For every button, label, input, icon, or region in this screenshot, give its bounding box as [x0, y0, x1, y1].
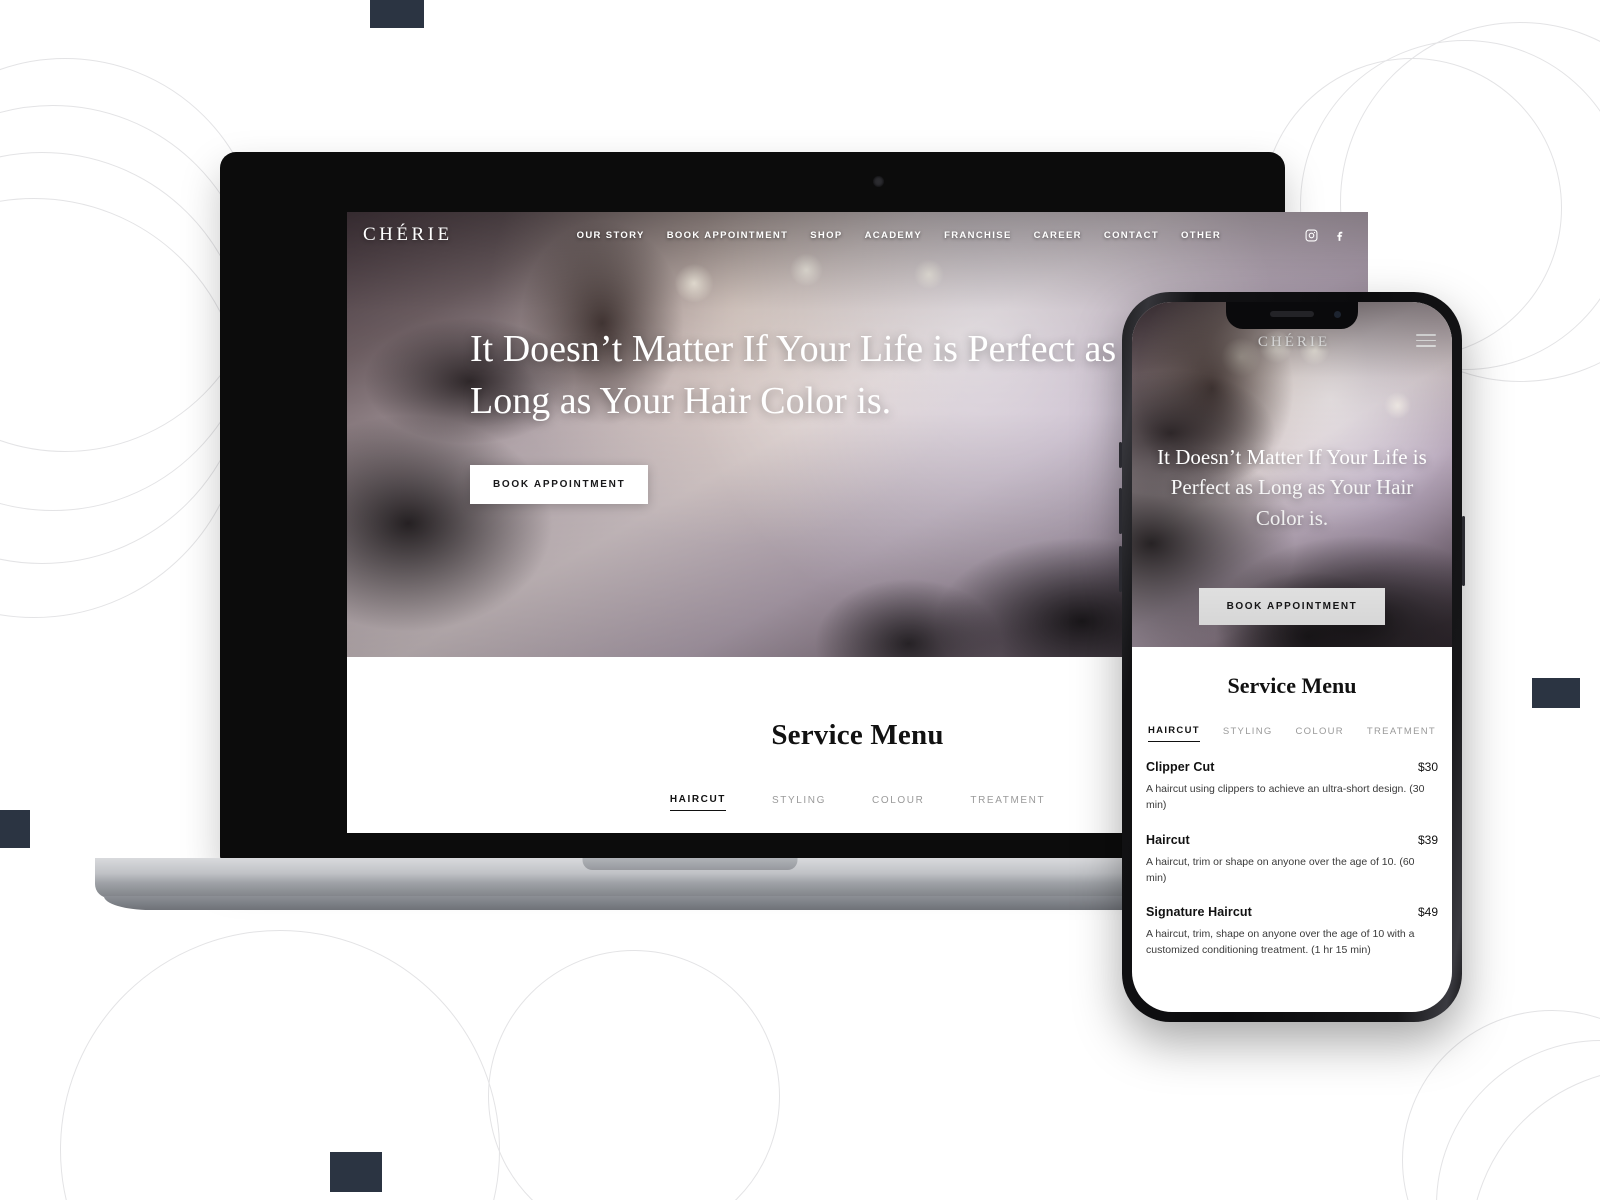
mobile-tab-colour[interactable]: COLOUR — [1296, 725, 1344, 742]
service-description: A haircut using clippers to achieve an u… — [1146, 783, 1425, 812]
nav-social-links — [1305, 229, 1346, 242]
laptop-mockup: CHÉRIE OUR STORY BOOK APPOINTMENT SHOP A… — [95, 152, 1368, 912]
tab-colour[interactable]: COLOUR — [872, 794, 924, 811]
mobile-hero-headline: It Doesn’t Matter If Your Life is Perfec… — [1157, 445, 1427, 530]
service-name: Signature Haircut — [1146, 905, 1252, 920]
list-item[interactable]: Signature Haircut $49 A haircut, trim, s… — [1146, 905, 1438, 959]
service-description: A haircut, trim or shape on anyone over … — [1146, 855, 1415, 884]
laptop-camera-icon — [873, 176, 884, 187]
book-appointment-button[interactable]: BOOK APPOINTMENT — [470, 465, 649, 505]
laptop-base — [95, 858, 1285, 898]
desktop-navbar: CHÉRIE OUR STORY BOOK APPOINTMENT SHOP A… — [347, 212, 1368, 258]
nav-item-other[interactable]: OTHER — [1181, 230, 1221, 241]
service-menu-title: Service Menu — [771, 719, 944, 751]
hamburger-menu-icon[interactable] — [1416, 334, 1436, 347]
mobile-tab-styling[interactable]: STYLING — [1223, 725, 1273, 742]
brand-logo[interactable]: CHÉRIE — [363, 224, 453, 246]
phone-volume-down[interactable] — [1119, 546, 1122, 592]
service-list: Clipper Cut $30 A haircut using clippers… — [1146, 760, 1438, 959]
nav-item-franchise[interactable]: FRANCHISE — [944, 230, 1012, 241]
service-header: Clipper Cut $30 — [1146, 760, 1438, 774]
mobile-cta-wrap: BOOK APPOINTMENT — [1132, 588, 1452, 625]
service-price: $49 — [1417, 905, 1438, 920]
service-price: $39 — [1417, 832, 1438, 847]
nav-links: OUR STORY BOOK APPOINTMENT SHOP ACADEMY … — [577, 230, 1221, 241]
tab-treatment[interactable]: TREATMENT — [970, 794, 1045, 811]
mobile-brand-logo[interactable]: CHÉRIE — [1258, 334, 1330, 351]
nav-item-contact[interactable]: CONTACT — [1104, 230, 1159, 241]
list-item[interactable]: Clipper Cut $30 A haircut using clippers… — [1146, 760, 1438, 814]
facebook-icon[interactable] — [1333, 229, 1346, 242]
phone-notch — [1226, 302, 1358, 329]
tab-styling[interactable]: STYLING — [772, 794, 826, 811]
mobile-service-tabs: HAIRCUT STYLING COLOUR TREATMENT — [1146, 725, 1438, 742]
phone-screen: CHÉRIE It Doesn’t Matter If Your Life is… — [1132, 302, 1452, 1012]
decor-square-top — [370, 0, 424, 28]
mobile-tab-treatment[interactable]: TREATMENT — [1367, 725, 1436, 742]
decor-square-left — [0, 810, 30, 848]
mobile-service-menu-title: Service Menu — [1227, 673, 1357, 698]
mobile-hero: CHÉRIE It Doesn’t Matter If Your Life is… — [1132, 302, 1452, 647]
desktop-hero-copy: It Doesn’t Matter If Your Life is Perfec… — [470, 324, 1170, 505]
decor-square-bottom — [330, 1152, 382, 1192]
tab-haircut[interactable]: HAIRCUT — [669, 794, 727, 811]
laptop-base-notch — [582, 858, 798, 870]
nav-item-book-appointment[interactable]: BOOK APPOINTMENT — [667, 230, 789, 241]
nav-item-our-story[interactable]: OUR STORY — [577, 230, 645, 241]
service-description: A haircut, trim, shape on anyone over th… — [1146, 928, 1415, 957]
service-header: Haircut $39 — [1146, 833, 1438, 847]
decor-square-right — [1532, 678, 1580, 708]
mobile-tab-haircut[interactable]: HAIRCUT — [1148, 725, 1200, 742]
service-tabs: HAIRCUT STYLING COLOUR TREATMENT — [669, 794, 1045, 811]
list-item[interactable]: Haircut $39 A haircut, trim or shape on … — [1146, 833, 1438, 887]
phone-front-camera-icon — [1334, 311, 1341, 318]
service-header: Signature Haircut $49 — [1146, 905, 1438, 919]
mobile-book-appointment-button[interactable]: BOOK APPOINTMENT — [1198, 588, 1386, 625]
service-name: Clipper Cut — [1146, 760, 1215, 774]
hero-headline: It Doesn’t Matter If Your Life is Perfec… — [470, 328, 1117, 422]
service-name: Haircut — [1146, 832, 1190, 847]
phone-speaker-icon — [1270, 311, 1314, 317]
service-price: $30 — [1417, 760, 1438, 774]
phone-power-button[interactable] — [1462, 516, 1465, 586]
nav-item-career[interactable]: CAREER — [1034, 230, 1082, 241]
nav-item-shop[interactable]: SHOP — [810, 230, 842, 241]
instagram-icon[interactable] — [1305, 229, 1318, 242]
nav-item-academy[interactable]: ACADEMY — [865, 230, 922, 241]
phone-mockup: CHÉRIE It Doesn’t Matter If Your Life is… — [1119, 292, 1465, 1022]
mobile-service-menu: Service Menu HAIRCUT STYLING COLOUR TREA… — [1132, 647, 1452, 959]
mockup-canvas: CHÉRIE OUR STORY BOOK APPOINTMENT SHOP A… — [0, 0, 1600, 1200]
